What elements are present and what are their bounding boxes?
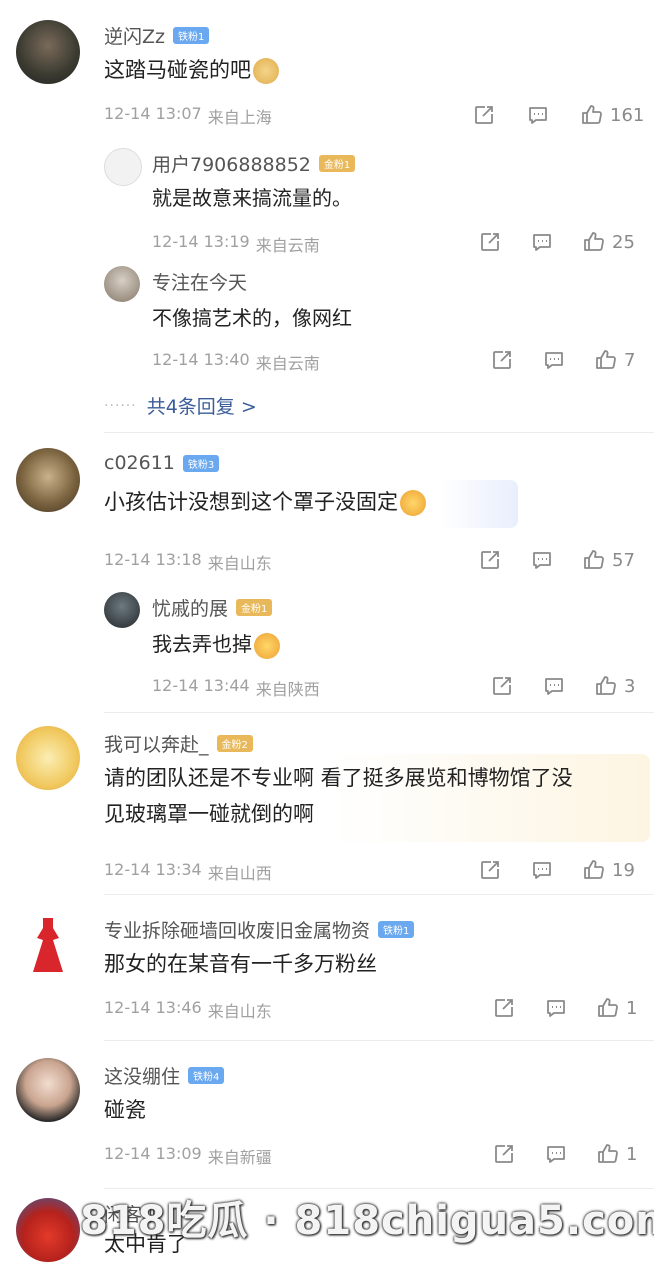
comment-date: 12-14 13:07 bbox=[104, 104, 202, 123]
comment-item: 这没绷住 铁粉4 碰瓷 12-14 13:09 来自新疆 1 bbox=[0, 1052, 654, 1189]
comment-location: 来自山西 bbox=[207, 864, 272, 883]
fan-badge: 金粉2 bbox=[216, 735, 253, 752]
username[interactable]: 我可以奔赴_ bbox=[104, 730, 209, 757]
reply-text: 就是故意来搞流量的。 bbox=[152, 186, 352, 210]
like-icon[interactable] bbox=[594, 674, 618, 698]
comment-item: c02611 铁粉3 小孩估计没想到这个罩子没固定 12-14 13:18 来自… bbox=[0, 440, 654, 713]
comment-location: 来自新疆 bbox=[207, 1148, 272, 1167]
doge-emoji bbox=[253, 58, 279, 84]
reply-location: 来自云南 bbox=[255, 354, 320, 373]
share-icon[interactable] bbox=[472, 103, 496, 127]
like-count: 25 bbox=[612, 231, 635, 253]
reply-username[interactable]: 专注在今天 bbox=[152, 268, 247, 295]
reply-avatar[interactable] bbox=[104, 266, 140, 302]
share-icon[interactable] bbox=[490, 348, 514, 372]
fan-badge: 铁粉1 bbox=[378, 921, 415, 938]
reply-text: 不像搞艺术的，像网红 bbox=[152, 306, 352, 330]
comment-icon[interactable] bbox=[530, 230, 554, 254]
divider bbox=[104, 432, 654, 433]
like-count: 57 bbox=[612, 549, 635, 571]
share-icon[interactable] bbox=[490, 674, 514, 698]
username[interactable]: 逆闪Zz bbox=[104, 22, 165, 49]
like-count: 1 bbox=[626, 997, 638, 1019]
avatar[interactable] bbox=[16, 726, 80, 790]
fan-badge: 铁粉1 bbox=[173, 27, 210, 44]
reply-location: 来自陕西 bbox=[255, 680, 320, 699]
username[interactable]: 这没绷住 bbox=[104, 1062, 180, 1089]
reply-location: 来自云南 bbox=[255, 236, 320, 255]
like-count: 7 bbox=[624, 349, 636, 371]
comment-date: 12-14 13:09 bbox=[104, 1144, 202, 1163]
comment-location: 来自山东 bbox=[207, 554, 272, 573]
avatar[interactable] bbox=[16, 448, 80, 512]
divider bbox=[104, 712, 654, 713]
avatar[interactable] bbox=[16, 20, 80, 84]
share-icon[interactable] bbox=[478, 230, 502, 254]
comment-text: 这踏马碰瓷的吧 bbox=[104, 58, 251, 82]
comment-text: 那女的在某音有一千多万粉丝 bbox=[104, 952, 377, 976]
comment-item: 专业拆除砸墙回收废旧金属物资 铁粉1 那女的在某音有一千多万粉丝 12-14 1… bbox=[0, 906, 654, 1041]
reply-date: 12-14 13:19 bbox=[152, 232, 250, 251]
like-icon[interactable] bbox=[582, 230, 606, 254]
watermark: 818吃瓜 · 818chigua5.com bbox=[80, 1198, 654, 1244]
fan-badge: 铁粉4 bbox=[188, 1067, 225, 1084]
comment-item: 逆闪Zz 铁粉1 这踏马碰瓷的吧 12-14 13:07 来自上海 161 用户… bbox=[0, 0, 654, 433]
comment-text: 碰瓷 bbox=[104, 1098, 146, 1122]
comment-text: 小孩估计没想到这个罩子没固定 bbox=[104, 490, 398, 514]
divider bbox=[104, 894, 654, 895]
share-icon[interactable] bbox=[478, 858, 502, 882]
laugh-cry-emoji bbox=[400, 490, 426, 516]
comment-bubble-decoration bbox=[440, 480, 518, 528]
avatar[interactable] bbox=[16, 912, 80, 976]
comment-item: 我可以奔赴_ 金粉2 请的团队还是不专业啊 看了挺多展览和博物馆了没 见玻璃罩一… bbox=[0, 718, 654, 895]
fan-badge: 金粉1 bbox=[318, 155, 356, 172]
avatar[interactable] bbox=[16, 1058, 80, 1122]
like-count: 1 bbox=[626, 1143, 638, 1165]
reply-username[interactable]: 用户7906888852 bbox=[152, 150, 311, 177]
username[interactable]: c02611 bbox=[104, 452, 175, 474]
comment-location: 来自上海 bbox=[207, 108, 272, 127]
avatar[interactable] bbox=[16, 1198, 80, 1262]
like-icon[interactable] bbox=[596, 1142, 620, 1166]
comment-icon[interactable] bbox=[542, 674, 566, 698]
laugh-emoji bbox=[254, 632, 280, 659]
reply-avatar[interactable] bbox=[104, 148, 142, 186]
comment-icon[interactable] bbox=[530, 548, 554, 572]
like-icon[interactable] bbox=[594, 348, 618, 372]
share-icon[interactable] bbox=[478, 548, 502, 572]
like-icon[interactable] bbox=[582, 548, 606, 572]
like-count: 19 bbox=[612, 859, 635, 881]
share-icon[interactable] bbox=[492, 996, 516, 1020]
fan-badge: 铁粉3 bbox=[182, 454, 220, 472]
like-count: 161 bbox=[610, 104, 645, 126]
comment-date: 12-14 13:18 bbox=[104, 550, 202, 569]
reply-username[interactable]: 忧戚的展 bbox=[152, 594, 228, 621]
comment-date: 12-14 13:46 bbox=[104, 998, 202, 1017]
comment-date: 12-14 13:34 bbox=[104, 860, 202, 879]
comment-icon[interactable] bbox=[544, 996, 568, 1020]
dots-icon: ······ bbox=[104, 397, 137, 414]
like-icon[interactable] bbox=[580, 103, 604, 127]
reply-text: 我去弄也掉 bbox=[152, 632, 252, 656]
comment-icon[interactable] bbox=[544, 1142, 568, 1166]
like-icon[interactable] bbox=[596, 996, 620, 1020]
reply-avatar[interactable] bbox=[104, 592, 140, 628]
fan-badge: 金粉1 bbox=[236, 599, 273, 616]
reply-date: 12-14 13:40 bbox=[152, 350, 250, 369]
more-replies-label[interactable]: 共4条回复 > bbox=[147, 392, 257, 419]
more-replies-link[interactable]: ······ 共4条回复 > bbox=[104, 392, 257, 419]
comment-text: 见玻璃罩一碰就倒的啊 bbox=[104, 802, 314, 826]
comment-icon[interactable] bbox=[542, 348, 566, 372]
share-icon[interactable] bbox=[492, 1142, 516, 1166]
comment-icon[interactable] bbox=[530, 858, 554, 882]
comment-icon[interactable] bbox=[526, 103, 550, 127]
reply-date: 12-14 13:44 bbox=[152, 676, 250, 695]
username[interactable]: 专业拆除砸墙回收废旧金属物资 bbox=[104, 916, 370, 943]
like-icon[interactable] bbox=[582, 858, 606, 882]
comment-text: 请的团队还是不专业啊 看了挺多展览和博物馆了没 bbox=[104, 766, 573, 790]
divider bbox=[104, 1040, 654, 1041]
dress-icon bbox=[33, 918, 63, 972]
comment-location: 来自山东 bbox=[207, 1002, 272, 1021]
like-count: 3 bbox=[624, 675, 636, 697]
